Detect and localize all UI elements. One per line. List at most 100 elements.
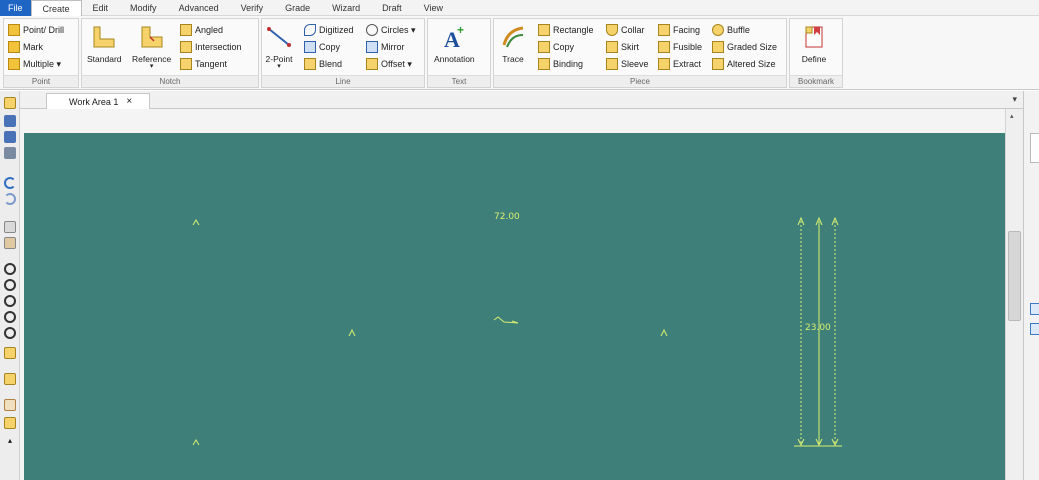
menu-edit[interactable]: Edit [82,0,120,16]
tangent-label: Tangent [195,59,228,69]
notch-marker[interactable] [192,439,200,446]
menu-view[interactable]: View [413,0,454,16]
multiple-button[interactable]: Multiple ▾ [8,58,61,70]
skirt-button[interactable]: Skirt [606,41,639,53]
fusible-button[interactable]: Fusible [658,41,702,53]
skirt-label: Skirt [621,42,639,52]
measurement-label: 72.00 [494,212,520,222]
menu-file[interactable]: File [0,0,31,16]
scrollbar-thumb[interactable] [1008,231,1021,321]
menu-create[interactable]: Create [30,0,82,17]
measure-tool-icon[interactable] [4,399,16,411]
save-as-icon[interactable] [4,131,16,143]
piece-copy-label: Copy [553,42,575,52]
menu-modify[interactable]: Modify [119,0,168,16]
zoom-in-icon[interactable] [4,263,16,275]
sleeve-label: Sleeve [621,59,649,69]
piece-edit-icon[interactable] [4,417,16,429]
menu-bar: File Create Edit Modify Advanced Verify … [0,0,1039,17]
altered-size-button[interactable]: Altered Size [712,58,776,70]
mark-icon [8,41,20,53]
pan-icon[interactable] [4,347,16,359]
mark-button[interactable]: Mark [8,41,43,53]
redo-icon[interactable] [4,193,16,205]
notch-marker[interactable] [348,328,356,337]
group-label-line: Line [262,75,424,87]
digitized-label: Digitized [319,25,354,35]
annotation-button[interactable]: A + Annotation [434,23,475,64]
buffle-button[interactable]: Buffle [712,24,750,36]
two-point-dropdown-icon[interactable]: ▾ [277,63,281,70]
extract-button[interactable]: Extract [658,58,701,70]
notch-marker[interactable] [660,328,668,337]
close-icon[interactable]: × [126,96,132,107]
open-folder-icon[interactable] [4,97,16,109]
notch-marker[interactable] [192,219,200,226]
collar-button[interactable]: Collar [606,24,645,36]
paste-icon[interactable] [4,237,16,249]
menu-draft[interactable]: Draft [371,0,413,16]
binding-button[interactable]: Binding [538,58,583,70]
reference-dropdown-icon[interactable]: ▾ [150,63,154,70]
work-area: 72.00 23.00 [20,109,1005,480]
blend-button[interactable]: Blend [304,58,342,70]
print-icon[interactable] [4,147,16,159]
standard-button[interactable]: Standard [87,23,122,64]
menu-advanced[interactable]: Advanced [168,0,230,16]
extract-icon [658,58,670,70]
work-area-tab-row: Work Area 1 × ▾ [20,91,1023,109]
zoom-fit-icon[interactable] [4,295,16,307]
standard-label: Standard [87,54,122,64]
save-icon[interactable] [4,115,16,127]
ribbon-group-text: A + Annotation Text [427,18,491,88]
ribbon-group-line: 2-Point ▾ Digitized Copy Blend Circles ▾… [261,18,425,88]
right-side-panel [1023,91,1039,480]
scroll-up-icon[interactable]: ▴ [1010,112,1014,120]
toolbar-expand-icon[interactable]: ▴ [4,435,16,447]
two-point-button[interactable]: 2-Point ▾ [265,23,293,70]
graded-size-button[interactable]: Graded Size [712,41,777,53]
panel-button[interactable] [1030,323,1039,335]
bookmark-define-icon [805,26,823,48]
piece-tool-icon[interactable] [4,373,16,385]
left-toolbar: ▴ [0,91,20,480]
altered-size-label: Altered Size [727,59,776,69]
rectangle-icon [538,24,550,36]
vertical-scrollbar[interactable]: ▴ [1005,109,1023,480]
point-drill-button[interactable]: Point/ Drill [8,24,64,36]
tab-work-area-1[interactable]: Work Area 1 × [46,93,150,109]
menu-grade[interactable]: Grade [274,0,321,16]
reference-button[interactable]: Reference ▾ [132,23,171,70]
annotation-label: Annotation [434,54,475,64]
trace-button[interactable]: Trace [499,23,527,64]
zoom-out-icon[interactable] [4,279,16,291]
angled-label: Angled [195,25,224,35]
offset-button[interactable]: Offset ▾ [366,58,412,70]
mirror-button[interactable]: Mirror [366,41,405,53]
line-copy-button[interactable]: Copy [304,41,340,53]
piece-copy-button[interactable]: Copy [538,41,574,53]
tab-list-dropdown-icon[interactable]: ▾ [1012,94,1017,105]
zoom-window-icon[interactable] [4,311,16,323]
menu-verify[interactable]: Verify [230,0,275,16]
zoom-previous-icon[interactable] [4,327,16,339]
reference-notch-icon [141,26,163,48]
menu-wizard[interactable]: Wizard [321,0,371,16]
panel-input-box[interactable] [1030,133,1039,163]
circles-button[interactable]: Circles ▾ [366,24,416,36]
rectangle-button[interactable]: Rectangle [538,24,594,36]
copy-icon[interactable] [4,221,16,233]
facing-button[interactable]: Facing [658,24,700,36]
tangent-button[interactable]: Tangent [180,58,227,70]
drawing-canvas[interactable]: 72.00 23.00 [24,133,1005,480]
intersection-button[interactable]: Intersection [180,41,242,53]
sleeve-button[interactable]: Sleeve [606,58,649,70]
blend-icon [304,58,316,70]
define-button[interactable]: Define [800,23,828,64]
trace-icon [502,26,524,48]
undo-icon[interactable] [4,177,16,189]
binding-label: Binding [553,59,584,69]
panel-button[interactable] [1030,303,1039,315]
digitized-button[interactable]: Digitized [304,24,354,36]
angled-button[interactable]: Angled [180,24,223,36]
